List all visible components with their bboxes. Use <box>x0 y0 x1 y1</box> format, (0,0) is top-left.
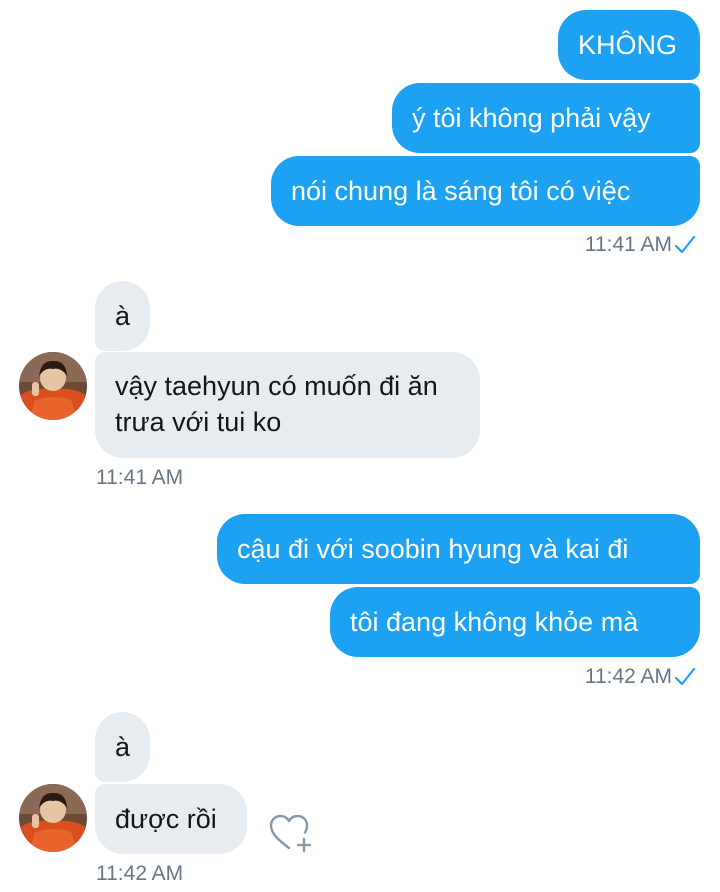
message-bubble-outgoing[interactable]: cậu đi với soobin hyung và kai đi <box>217 514 700 584</box>
message-bubble-outgoing[interactable]: nói chung là sáng tôi có việc <box>271 156 700 226</box>
message-bubble-incoming[interactable]: vậy taehyun có muốn đi ăn trưa với tui k… <box>95 352 480 458</box>
message-bubble-incoming[interactable]: được rồi <box>95 784 247 854</box>
message-timestamp: 11:42 AM <box>585 665 696 689</box>
timestamp-text: 11:42 AM <box>584 665 672 688</box>
message-timestamp: 11:41 AM <box>585 233 696 257</box>
heart-plus-icon[interactable] <box>268 812 314 854</box>
check-icon <box>674 667 696 686</box>
message-bubble-incoming[interactable]: à <box>95 281 150 351</box>
message-bubble-incoming[interactable]: à <box>95 712 150 782</box>
avatar-image <box>19 784 87 852</box>
message-bubble-outgoing[interactable]: ý tôi không phải vậy <box>392 83 700 153</box>
message-timestamp: 11:42 AM <box>96 862 184 885</box>
avatar-image <box>19 352 87 420</box>
message-bubble-outgoing[interactable]: KHÔNG <box>558 10 700 80</box>
timestamp-text: 11:41 AM <box>584 233 672 256</box>
user-avatar[interactable] <box>19 784 87 852</box>
message-bubble-outgoing[interactable]: tôi đang không khỏe mà <box>330 587 700 657</box>
message-timestamp: 11:41 AM <box>96 466 184 489</box>
user-avatar[interactable] <box>19 352 87 420</box>
check-icon <box>674 235 696 254</box>
